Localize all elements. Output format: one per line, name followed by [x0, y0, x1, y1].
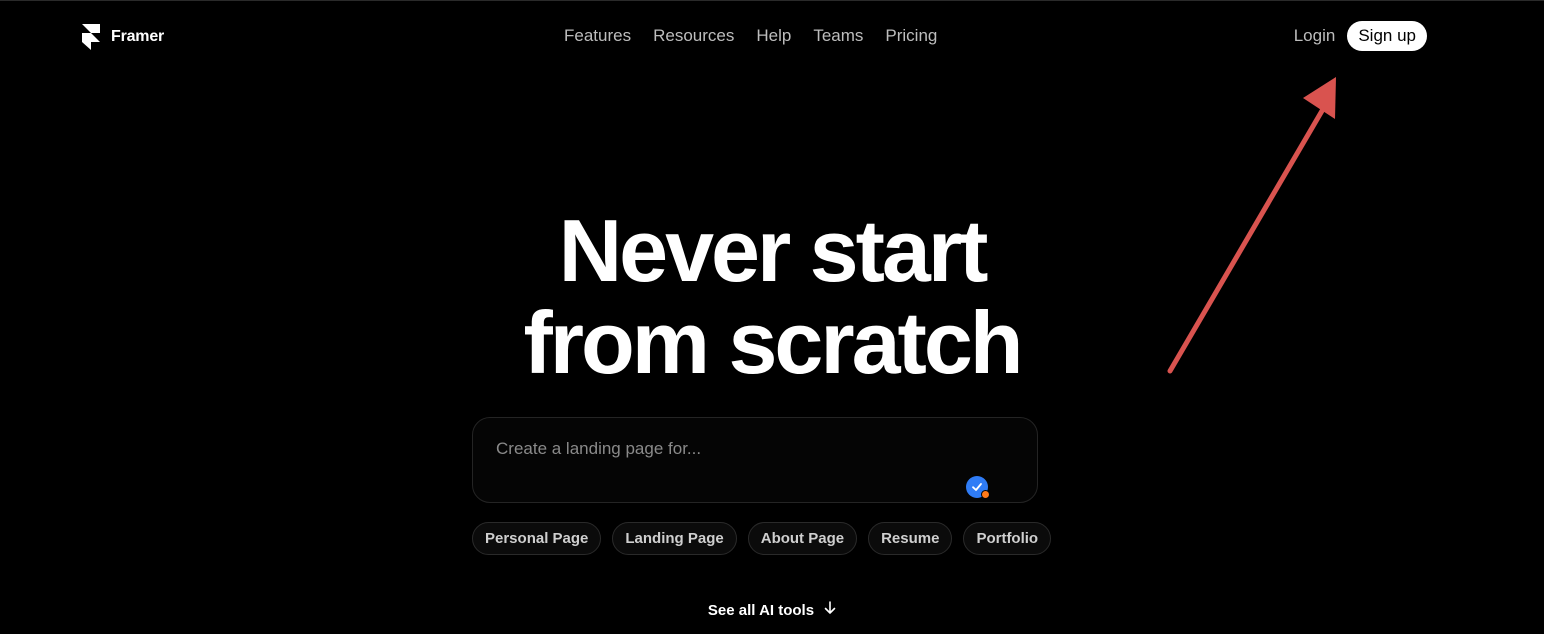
framer-logo-icon [81, 23, 101, 51]
see-all-label: See all AI tools [707, 601, 815, 619]
hero-title: Never start from scratch [0, 205, 1544, 389]
prompt-box[interactable] [472, 417, 1038, 503]
hero-title-line-2: from scratch [523, 293, 1023, 392]
brand-logo[interactable]: Framer [81, 23, 164, 51]
arrow-down-icon [824, 601, 836, 619]
brand-name: Framer [111, 28, 165, 45]
status-dot-icon [981, 490, 990, 499]
nav-pricing[interactable]: Pricing [885, 26, 937, 46]
chip-resume[interactable]: Resume [868, 522, 953, 555]
chip-about-page[interactable]: About Page [747, 522, 858, 555]
nav-teams[interactable]: Teams [813, 26, 863, 46]
prompt-input[interactable] [494, 438, 958, 460]
hero-title-line-1: Never start [558, 201, 989, 300]
chip-landing-page[interactable]: Landing Page [612, 522, 737, 555]
nav-help[interactable]: Help [756, 26, 791, 46]
chip-portfolio[interactable]: Portfolio [963, 522, 1052, 555]
auth-actions: Login Sign up [1294, 21, 1427, 51]
chip-personal-page[interactable]: Personal Page [472, 522, 602, 555]
annotation-arrow-head [1303, 77, 1336, 119]
signup-button[interactable]: Sign up [1347, 21, 1427, 51]
login-link[interactable]: Login [1294, 26, 1336, 46]
nav-features[interactable]: Features [564, 26, 631, 46]
main-nav: Features Resources Help Teams Pricing [564, 26, 937, 46]
nav-resources[interactable]: Resources [653, 26, 734, 46]
see-all-row: See all AI tools [0, 601, 1544, 619]
page: Framer Features Resources Help Teams Pri… [0, 0, 1544, 634]
see-all-ai-tools-link[interactable]: See all AI tools [708, 601, 836, 619]
template-chips: Personal Page Landing Page About Page Re… [472, 522, 1052, 555]
check-badge-icon[interactable] [966, 476, 990, 499]
